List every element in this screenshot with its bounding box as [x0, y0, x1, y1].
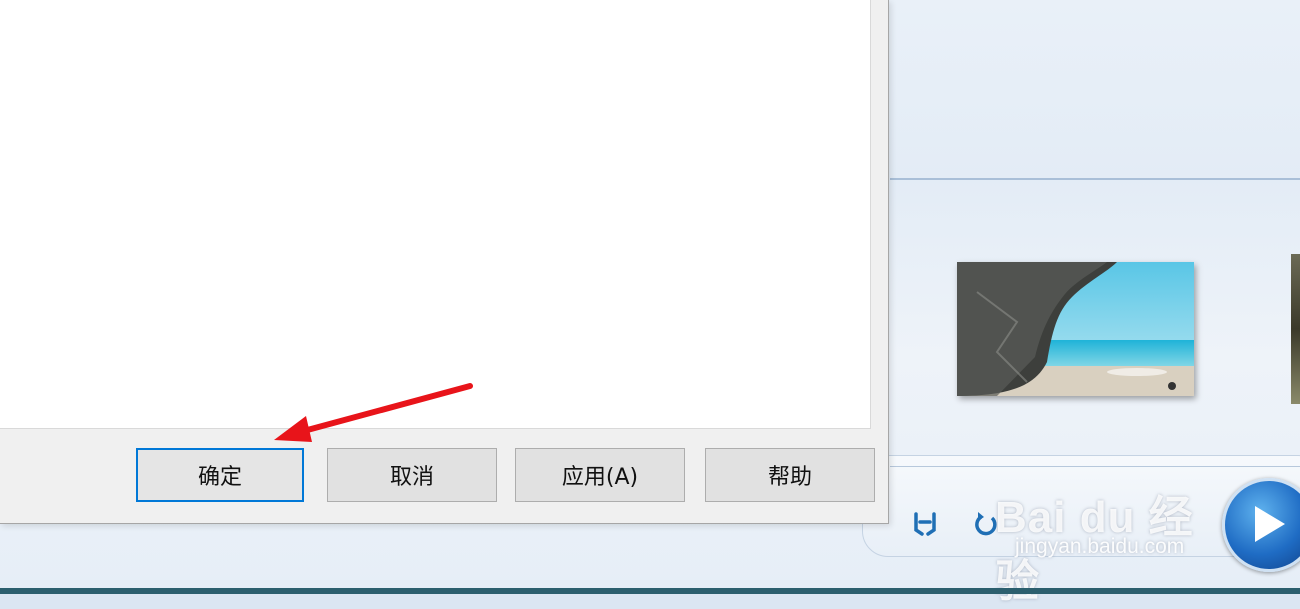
annotation-arrow-icon — [274, 383, 473, 442]
